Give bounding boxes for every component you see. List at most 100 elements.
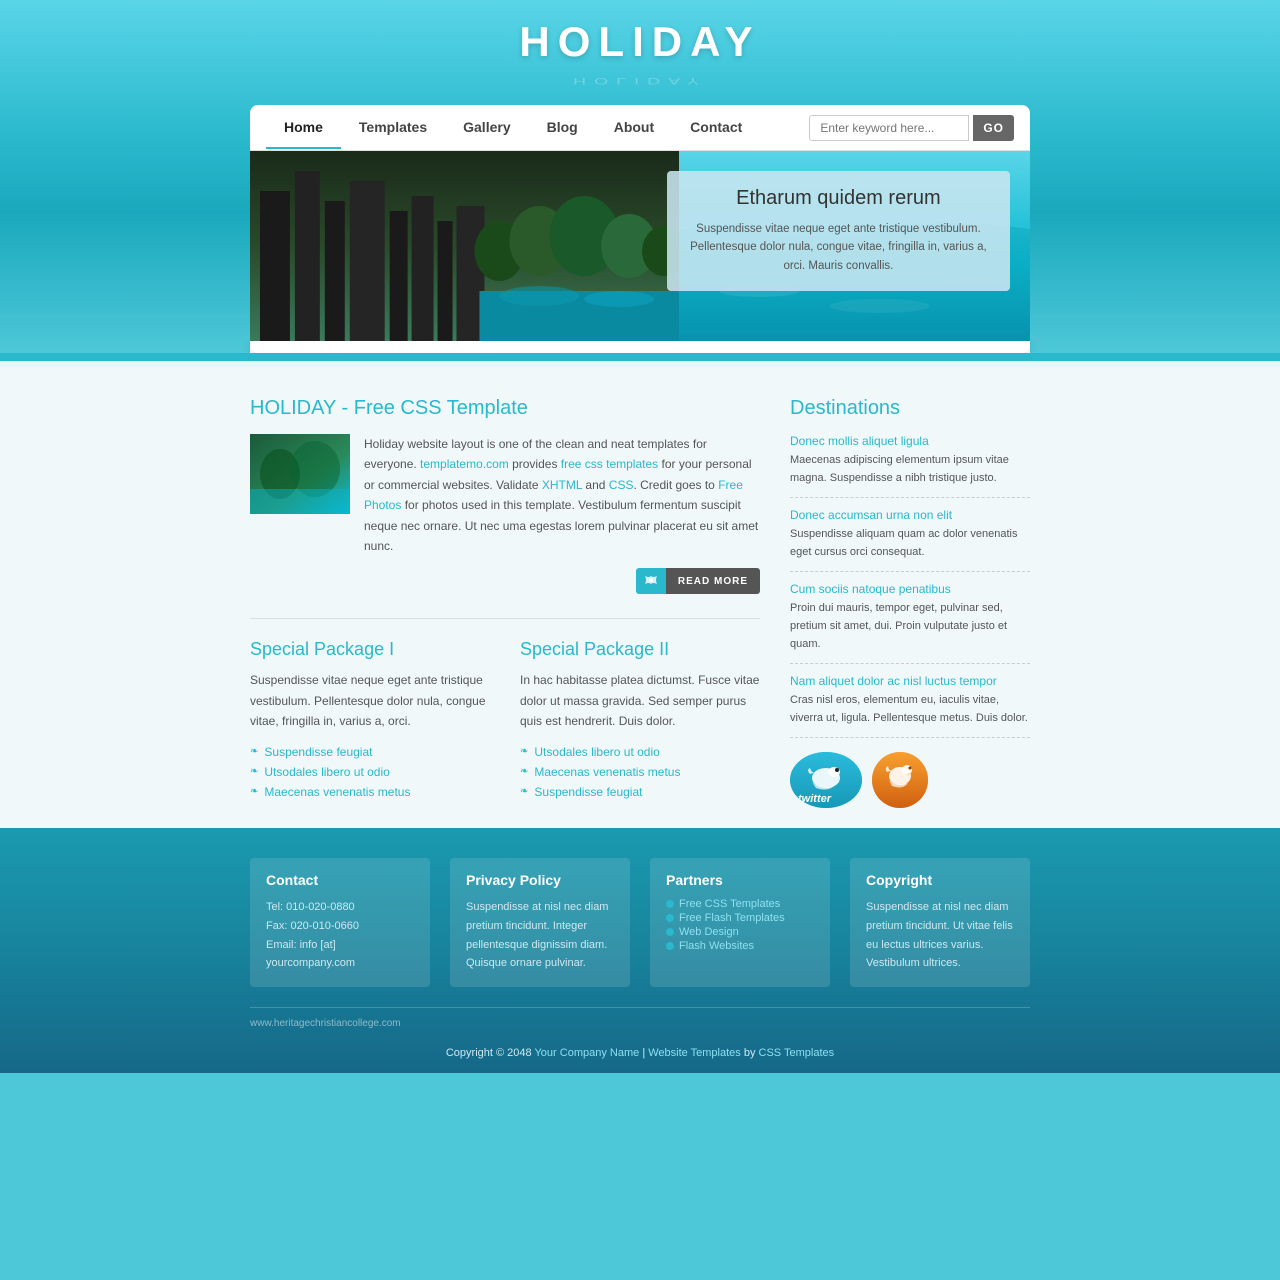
content-area: HOLIDAY - Free CSS Template xyxy=(0,367,1280,828)
dot-icon xyxy=(666,900,674,908)
footer-contact-email: Email: info [at] yourcompany.com xyxy=(266,936,414,973)
site-title: HOLIDAY xyxy=(0,18,1280,66)
footer-privacy: Privacy Policy Suspendisse at nisl nec d… xyxy=(450,858,630,987)
footer-privacy-text: Suspendisse at nisl nec diam pretium tin… xyxy=(466,898,614,973)
read-more-btn: READ MORE xyxy=(250,568,760,594)
site-title-reflection: HOLIDAY xyxy=(0,75,1280,86)
dest-2-title[interactable]: Donec accumsan urna non elit xyxy=(790,508,1030,522)
copyright-css-link[interactable]: CSS Templates xyxy=(759,1047,835,1059)
templatemo-link[interactable]: templatemo.com xyxy=(420,457,509,471)
dest-4-text: Cras nisl eros, elementum eu, iaculis vi… xyxy=(790,692,1030,727)
list-item: Maecenas venenatis metus xyxy=(250,782,490,802)
read-more-text[interactable]: READ MORE xyxy=(666,568,760,594)
footer-copyright-heading: Copyright xyxy=(866,872,1014,888)
footer: Contact Tel: 010-020-0880 Fax: 020-010-0… xyxy=(0,828,1280,1073)
list-item: Utsodales libero ut odio xyxy=(520,742,760,762)
package-2-heading: Special Package II xyxy=(520,639,760,660)
nav-blog[interactable]: Blog xyxy=(529,107,596,149)
footer-copyright-text: Suspendisse at nisl nec diam pretium tin… xyxy=(866,898,1014,973)
nav-bar: Home Templates Gallery Blog About Contac… xyxy=(250,105,1030,151)
footer-contact: Contact Tel: 010-020-0880 Fax: 020-010-0… xyxy=(250,858,430,987)
nav-links: Home Templates Gallery Blog About Contac… xyxy=(266,107,809,149)
partner-link-flashweb[interactable]: Flash Websites xyxy=(666,940,814,952)
copyright-templates-link[interactable]: Website Templates xyxy=(648,1047,741,1059)
footer-copyright-col: Copyright Suspendisse at nisl nec diam p… xyxy=(850,858,1030,987)
dest-item-3: Cum sociis natoque penatibus Proin dui m… xyxy=(790,582,1030,664)
side-column: Destinations Donec mollis aliquet ligula… xyxy=(790,397,1030,808)
package-1-list: Suspendisse feugiat Utsodales libero ut … xyxy=(250,742,490,802)
list-item: Utsodales libero ut odio xyxy=(250,762,490,782)
destinations: Destinations Donec mollis aliquet ligula… xyxy=(790,397,1030,808)
search-button[interactable]: GO xyxy=(973,115,1014,141)
content-inner: HOLIDAY - Free CSS Template xyxy=(250,397,1030,808)
hero-image: Etharum quidem rerum Suspendisse vitae n… xyxy=(250,151,1030,341)
footer-inner: Contact Tel: 010-020-0880 Fax: 020-010-0… xyxy=(250,858,1030,1073)
hero-text: Suspendisse vitae neque eget ante tristi… xyxy=(685,220,992,275)
svg-text:twitter: twitter xyxy=(798,793,832,805)
footer-partners-heading: Partners xyxy=(666,872,814,888)
nav-gallery[interactable]: Gallery xyxy=(445,107,528,149)
xhtml-link[interactable]: XHTML xyxy=(542,478,582,492)
partner-link-css[interactable]: Free CSS Templates xyxy=(666,898,814,910)
nav-search: GO xyxy=(809,115,1014,141)
footer-privacy-heading: Privacy Policy xyxy=(466,872,614,888)
top-hero-bg: HOLIDAY HOLIDAY Home Templates Gallery B… xyxy=(0,0,1280,353)
dest-4-title[interactable]: Nam aliquet dolor ac nisl luctus tempor xyxy=(790,674,1030,688)
list-item: Suspendisse feugiat xyxy=(250,742,490,762)
copyright-sep2: by xyxy=(744,1047,759,1059)
dest-item-2: Donec accumsan urna non elit Suspendisse… xyxy=(790,508,1030,572)
dest-3-text: Proin dui mauris, tempor eget, pulvinar … xyxy=(790,600,1030,653)
list-item: Suspendisse feugiat xyxy=(520,782,760,802)
dest-2-text: Suspendisse aliquam quam ac dolor venena… xyxy=(790,526,1030,561)
dest-1-text: Maecenas adipiscing elementum ipsum vita… xyxy=(790,452,1030,487)
dot-icon xyxy=(666,928,674,936)
packages: Special Package I Suspendisse vitae nequ… xyxy=(250,639,760,801)
dest-item-1: Donec mollis aliquet ligula Maecenas adi… xyxy=(790,434,1030,498)
footer-domain: www.heritagechristiancollege.com xyxy=(250,1018,401,1029)
about-content: Holiday website layout is one of the cle… xyxy=(250,434,760,556)
partner-link-webdesign[interactable]: Web Design xyxy=(666,926,814,938)
nav-about[interactable]: About xyxy=(596,107,672,149)
nav-home[interactable]: Home xyxy=(266,107,341,149)
about-text: Holiday website layout is one of the cle… xyxy=(364,434,760,556)
package-2-list: Utsodales libero ut odio Maecenas venena… xyxy=(520,742,760,802)
copyright-company-link[interactable]: Your Company Name xyxy=(534,1047,639,1059)
package-1: Special Package I Suspendisse vitae nequ… xyxy=(250,639,490,801)
partner-link-flash[interactable]: Free Flash Templates xyxy=(666,912,814,924)
css-templates-link[interactable]: free css templates xyxy=(561,457,658,471)
hero-city xyxy=(250,151,679,341)
about-image xyxy=(250,434,350,514)
dest-1-title[interactable]: Donec mollis aliquet ligula xyxy=(790,434,1030,448)
footer-contact-tel: Tel: 010-020-0880 xyxy=(266,898,414,917)
footer-bottom: www.heritagechristiancollege.com xyxy=(250,1007,1030,1039)
package-1-text: Suspendisse vitae neque eget ante tristi… xyxy=(250,670,490,731)
nav-templates[interactable]: Templates xyxy=(341,107,445,149)
css-link[interactable]: CSS xyxy=(609,478,634,492)
package-2: Special Package II In hac habitasse plat… xyxy=(520,639,760,801)
footer-cols: Contact Tel: 010-020-0880 Fax: 020-010-0… xyxy=(250,858,1030,987)
package-1-heading: Special Package I xyxy=(250,639,490,660)
destinations-heading: Destinations xyxy=(790,397,1030,420)
twitter-icon[interactable]: twitter xyxy=(790,752,862,808)
hero-heading: Etharum quidem rerum xyxy=(685,187,992,210)
nav-contact[interactable]: Contact xyxy=(672,107,760,149)
search-input[interactable] xyxy=(809,115,969,141)
dot-icon xyxy=(666,942,674,950)
dest-item-4: Nam aliquet dolor ac nisl luctus tempor … xyxy=(790,674,1030,738)
footer-contact-heading: Contact xyxy=(266,872,414,888)
copyright-text: Copyright © 2048 xyxy=(446,1047,535,1059)
about-section: HOLIDAY - Free CSS Template xyxy=(250,397,760,594)
footer-partners: Partners Free CSS Templates Free Flash T… xyxy=(650,858,830,987)
dest-3-title[interactable]: Cum sociis natoque penatibus xyxy=(790,582,1030,596)
divider xyxy=(250,618,760,619)
dot-icon xyxy=(666,914,674,922)
list-item: Maecenas venenatis metus xyxy=(520,762,760,782)
nav-wrapper: Home Templates Gallery Blog About Contac… xyxy=(250,105,1030,353)
about-heading: HOLIDAY - Free CSS Template xyxy=(250,397,760,420)
footer-contact-fax: Fax: 020-010-0660 xyxy=(266,917,414,936)
main-column: HOLIDAY - Free CSS Template xyxy=(250,397,760,808)
package-2-text: In hac habitasse platea dictumst. Fusce … xyxy=(520,670,760,731)
hero-text-box: Etharum quidem rerum Suspendisse vitae n… xyxy=(667,171,1010,291)
read-more-icon xyxy=(636,568,666,594)
rss-icon[interactable] xyxy=(872,752,928,808)
